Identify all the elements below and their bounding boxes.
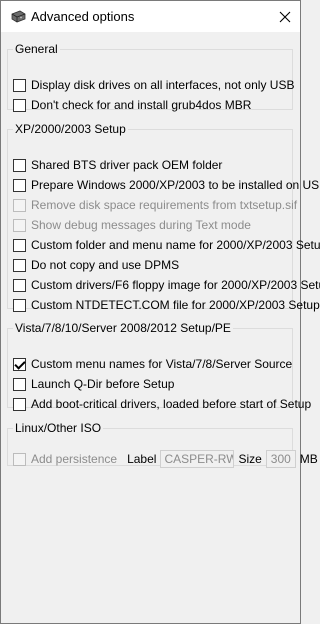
custom-folder-menu-name-checkbox[interactable]: Custom folder and menu name for 2000/XP/… — [13, 237, 320, 253]
xp-setup-legend: XP/2000/2003 Setup — [15, 122, 126, 136]
add-boot-critical-drivers-checkbox[interactable]: Add boot-critical drivers, loaded before… — [13, 396, 311, 412]
shared-bts-driverpack-checkbox[interactable]: Shared BTS driver pack OEM folder — [13, 157, 222, 173]
linux-iso-group: Linux/Other ISO Add persistence Label CA… — [7, 421, 318, 468]
window-title: Advanced options — [31, 9, 135, 24]
option-label: Remove disk space requirements from txts… — [31, 198, 298, 212]
option-label: Don't check for and install grub4dos MBR — [31, 98, 252, 112]
option-label: Shared BTS driver pack OEM folder — [31, 158, 223, 172]
launch-qdir-checkbox[interactable]: Launch Q-Dir before Setup — [13, 376, 174, 392]
option-label: Do not copy and use DPMS — [31, 258, 180, 272]
checkbox-box[interactable] — [13, 178, 26, 192]
option-label: Prepare Windows 2000/XP/2003 to be insta… — [31, 178, 320, 192]
checkbox-box[interactable] — [13, 278, 26, 292]
skip-grub4dos-mbr-checkbox[interactable]: Don't check for and install grub4dos MBR — [13, 97, 251, 113]
checkbox-box[interactable] — [13, 377, 26, 391]
add-persistence-label: Add persistence — [31, 452, 118, 466]
custom-f6-floppy-checkbox[interactable]: Custom drivers/F6 floppy image for 2000/… — [13, 277, 320, 293]
custom-ntdetect-checkbox[interactable]: Custom NTDETECT.COM file for 2000/XP/200… — [13, 297, 320, 313]
show-debug-messages-checkbox: Show debug messages during Text mode — [13, 217, 251, 233]
linux-iso-legend: Linux/Other ISO — [15, 421, 102, 435]
option-label: Custom drivers/F6 floppy image for 2000/… — [31, 278, 320, 292]
custom-menu-names-vista-checkbox[interactable]: Custom menu names for Vista/7/8/Server S… — [13, 356, 292, 372]
option-label: Display disk drives on all interfaces, n… — [31, 78, 295, 92]
close-icon — [279, 11, 291, 22]
vista-setup-group: Vista/7/8/10/Server 2008/2012 Setup/PE C… — [7, 321, 311, 411]
option-label: Custom menu names for Vista/7/8/Server S… — [31, 357, 293, 371]
option-label: Custom folder and menu name for 2000/XP/… — [31, 238, 320, 252]
checkbox-box[interactable] — [13, 258, 26, 272]
checkbox-box[interactable] — [13, 357, 26, 371]
option-label: Show debug messages during Text mode — [31, 218, 251, 232]
checkbox-box — [13, 198, 26, 212]
checkbox-box[interactable] — [13, 298, 26, 312]
persistence-row: Add persistence Label CASPER-RW Size 300… — [13, 450, 318, 468]
label-field-label: Label — [127, 452, 157, 466]
checkbox-box[interactable] — [13, 78, 26, 92]
checkbox-box[interactable] — [13, 238, 26, 252]
checkbox-box[interactable] — [13, 397, 26, 411]
checkbox-box — [13, 218, 26, 232]
display-all-drives-checkbox[interactable]: Display disk drives on all interfaces, n… — [13, 77, 294, 93]
add-persistence-checkbox — [13, 452, 26, 466]
disk-drive-icon — [11, 10, 26, 23]
persistence-size-input: 300 — [265, 450, 296, 468]
close-button[interactable] — [270, 1, 300, 32]
title-bar: Advanced options — [1, 1, 300, 32]
checkbox-box[interactable] — [13, 98, 26, 112]
persistence-label-input: CASPER-RW — [160, 450, 235, 468]
checkbox-box[interactable] — [13, 158, 26, 172]
size-unit-label: MB — [299, 452, 318, 466]
general-group: General Display disk drives on all inter… — [7, 42, 294, 113]
size-field-label: Size — [238, 452, 262, 466]
advanced-options-window: Advanced options General Display disk dr… — [0, 0, 320, 624]
option-label: Launch Q-Dir before Setup — [31, 377, 175, 391]
vista-setup-legend: Vista/7/8/10/Server 2008/2012 Setup/PE — [15, 321, 231, 335]
general-legend: General — [15, 42, 58, 56]
remove-disk-space-req-checkbox: Remove disk space requirements from txts… — [13, 197, 297, 213]
no-dpms-checkbox[interactable]: Do not copy and use DPMS — [13, 257, 179, 273]
prepare-xp-usb-checkbox[interactable]: Prepare Windows 2000/XP/2003 to be insta… — [13, 177, 320, 193]
xp-setup-group: XP/2000/2003 Setup Shared BTS driver pac… — [7, 122, 320, 312]
option-label: Custom NTDETECT.COM file for 2000/XP/200… — [31, 298, 320, 312]
option-label: Add boot-critical drivers, loaded before… — [31, 397, 312, 411]
